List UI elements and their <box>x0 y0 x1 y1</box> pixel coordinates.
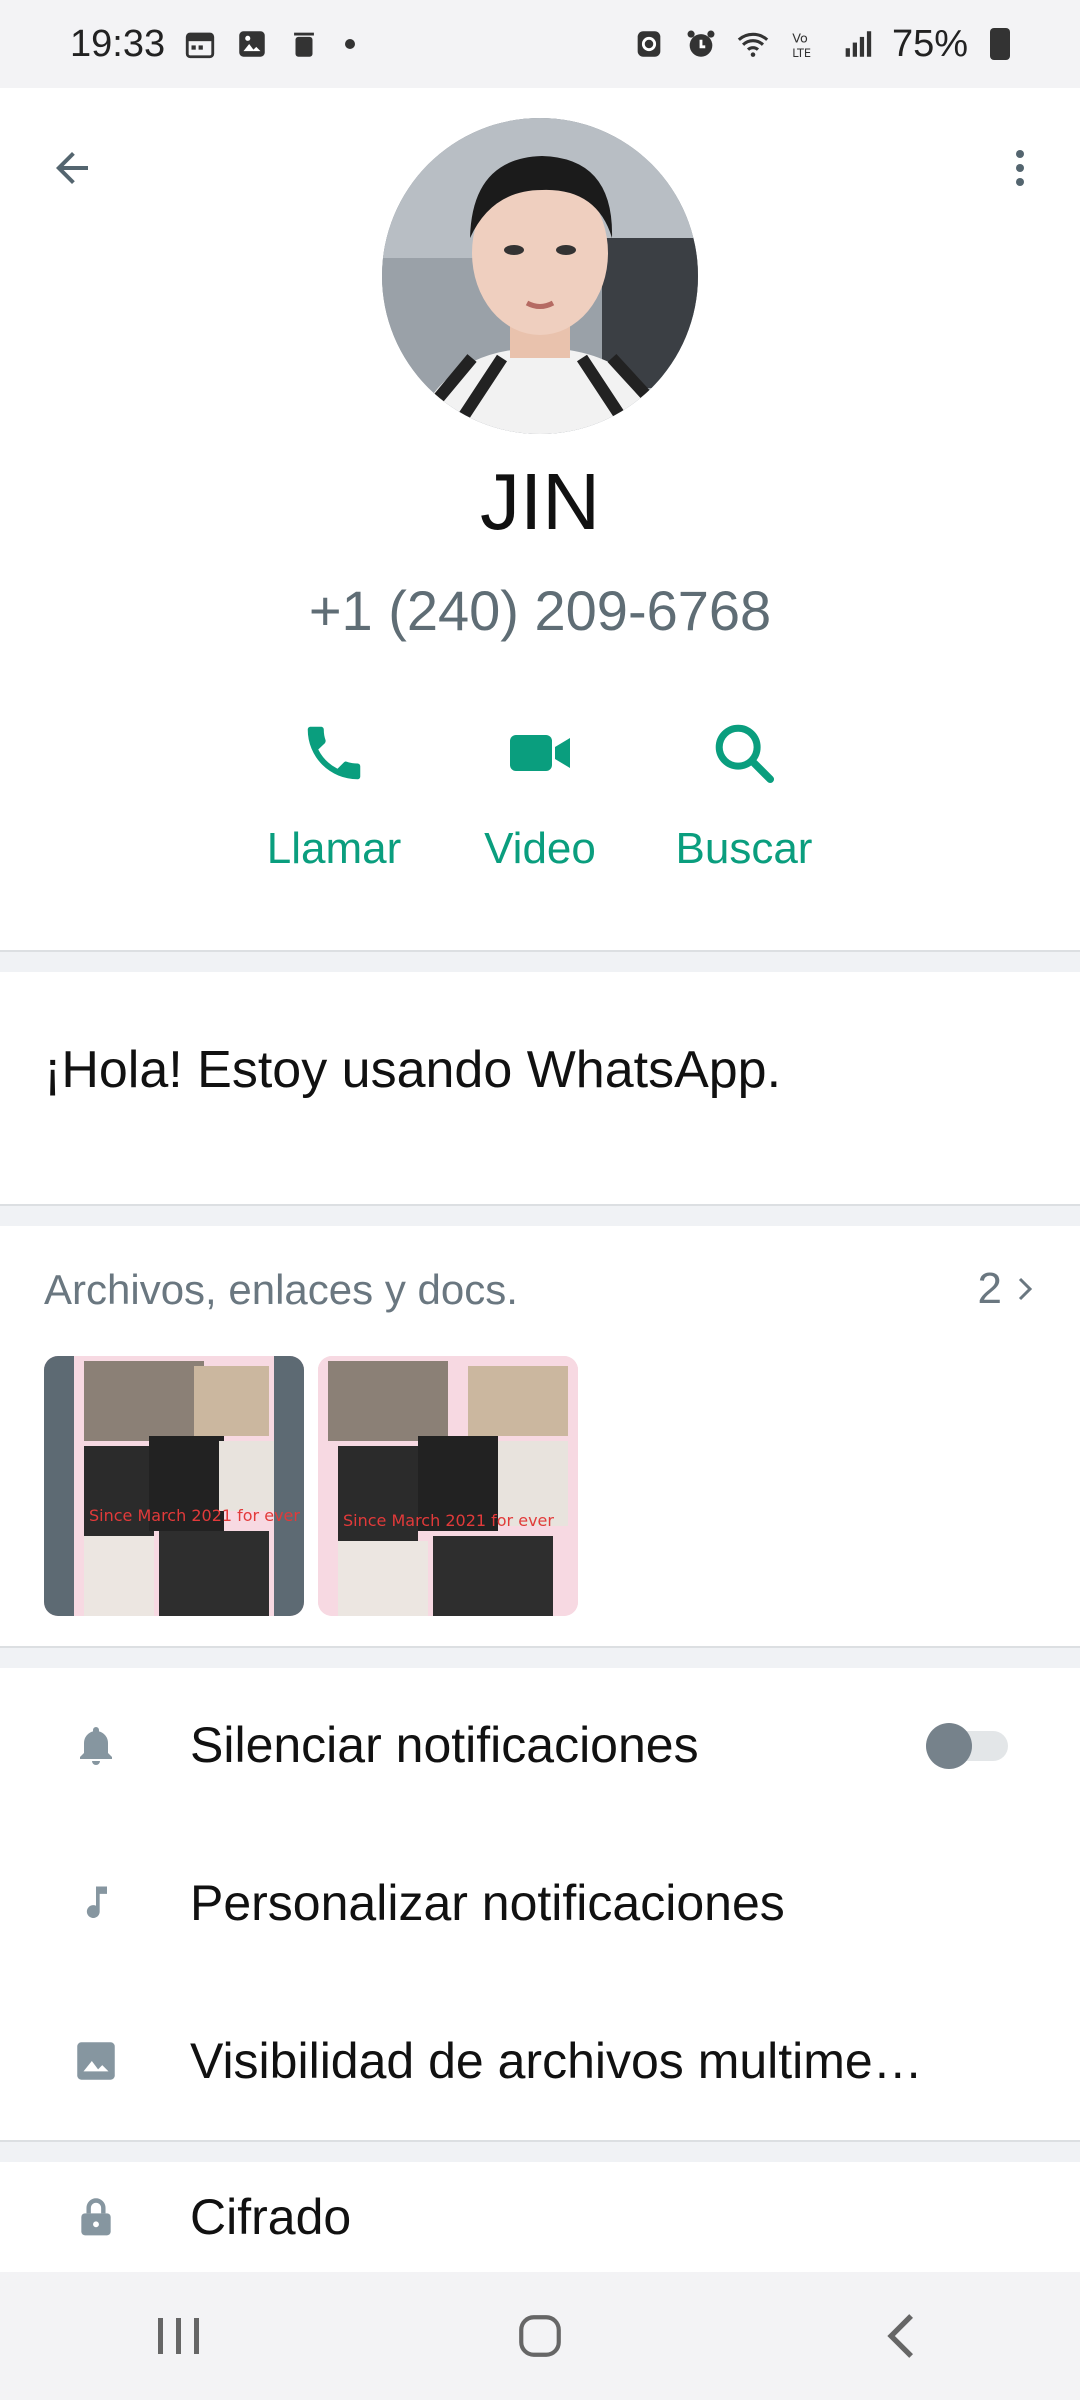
more-options-button[interactable] <box>990 138 1050 198</box>
custom-notifications-label: Personalizar notificaciones <box>190 1875 785 1931</box>
svg-text:Since March 2021 for ever: Since March 2021 for ever <box>89 1506 300 1525</box>
mute-toggle[interactable] <box>926 1723 1010 1769</box>
volte-icon: VoLTE <box>792 32 811 60</box>
chevron-right-icon <box>1018 1277 1033 1301</box>
wifi-icon <box>737 32 769 57</box>
collage-image: Since March 2021 for ever <box>44 1356 304 1616</box>
contact-header: JIN +1 (240) 209-6768 Llamar Video Busca… <box>0 88 1080 948</box>
search-label: Buscar <box>675 824 813 873</box>
delete-notification-icon <box>294 32 315 57</box>
status-bar-left: 19:33 <box>70 22 356 66</box>
custom-notifications-row[interactable]: Personalizar notificaciones <box>0 1828 1080 1978</box>
svg-text:Since March 2021 for ever: Since March 2021 for ever <box>343 1511 554 1530</box>
about-section[interactable]: ¡Hola! Estoy usando WhatsApp. <box>0 972 1080 1202</box>
media-thumbnail[interactable]: Since March 2021 for ever <box>44 1356 304 1616</box>
section-divider <box>0 1646 1080 1668</box>
more-vert-icon <box>1016 150 1024 186</box>
video-icon <box>510 735 570 771</box>
back-nav-button[interactable] <box>840 2291 960 2381</box>
media-count-link[interactable]: 2 <box>978 1264 1040 1314</box>
svg-text:LTE: LTE <box>792 46 811 60</box>
section-divider <box>0 950 1080 972</box>
collage-image: Since March 2021 for ever <box>318 1356 578 1616</box>
action-buttons: Llamar Video Buscar <box>0 708 1080 908</box>
image-icon <box>77 2042 115 2080</box>
bell-icon <box>80 1727 112 1765</box>
media-visibility-row[interactable]: Visibilidad de archivos multime… <box>0 1986 1080 2136</box>
svg-text:Vo: Vo <box>792 32 808 47</box>
profile-photo <box>382 118 698 434</box>
battery-icon <box>990 28 1010 60</box>
signal-icon <box>845 31 872 57</box>
media-section: Archivos, enlaces y docs. 2 Since March … <box>0 1226 1080 1646</box>
call-label: Llamar <box>266 824 402 873</box>
more-notifications-dot <box>345 39 356 49</box>
toggle-knob <box>926 1723 972 1769</box>
gallery-notification-icon <box>239 31 265 57</box>
alarm-icon <box>687 30 715 57</box>
video-label: Video <box>484 824 596 873</box>
arrow-back-icon <box>56 152 88 184</box>
lock-icon <box>81 2198 111 2236</box>
encryption-row-inner: Cifrado <box>0 2142 1080 2292</box>
section-divider <box>0 1204 1080 1226</box>
back-button[interactable] <box>42 138 102 198</box>
status-time: 19:33 <box>70 22 166 65</box>
contact-name: JIN <box>480 457 600 546</box>
recent-apps-icon <box>158 2318 199 2354</box>
recent-apps-button[interactable] <box>120 2291 240 2381</box>
media-visibility-label: Visibilidad de archivos multime… <box>190 2033 923 2089</box>
back-icon <box>887 2314 913 2358</box>
encryption-label: Cifrado <box>190 2189 352 2245</box>
media-count: 2 <box>977 1264 1002 1313</box>
contact-avatar[interactable] <box>382 118 698 434</box>
status-bar-right: Vo LTE 75% <box>632 23 1010 66</box>
mute-notifications-row[interactable]: Silenciar notificaciones <box>0 1670 1080 1820</box>
encryption-row[interactable]: Cifrado <box>0 2162 1080 2272</box>
contact-phone: +1 (240) 209-6768 <box>308 579 772 642</box>
system-navigation-bar <box>0 2272 1080 2400</box>
about-text: ¡Hola! Estoy usando WhatsApp. <box>44 1041 782 1099</box>
search-icon <box>715 724 775 784</box>
music-note-icon <box>86 1886 107 1918</box>
media-thumbnail[interactable]: Since March 2021 for ever <box>318 1356 578 1616</box>
calendar-notification-icon <box>185 32 215 59</box>
recycle-icon <box>637 31 661 57</box>
status-bar: 19:33 Vo LTE 75% <box>0 0 1080 88</box>
battery-percentage: 75% <box>891 22 968 65</box>
search-button[interactable]: Buscar <box>644 708 844 874</box>
media-title[interactable]: Archivos, enlaces y docs. <box>44 1266 518 1314</box>
home-button[interactable] <box>480 2291 600 2381</box>
mute-notifications-label: Silenciar notificaciones <box>190 1717 699 1773</box>
video-call-button[interactable]: Video <box>440 708 640 874</box>
notification-settings: Silenciar notificaciones Personalizar no… <box>0 1670 1080 2140</box>
phone-icon <box>307 726 361 780</box>
home-icon <box>519 2315 561 2357</box>
call-button[interactable]: Llamar <box>234 708 434 874</box>
